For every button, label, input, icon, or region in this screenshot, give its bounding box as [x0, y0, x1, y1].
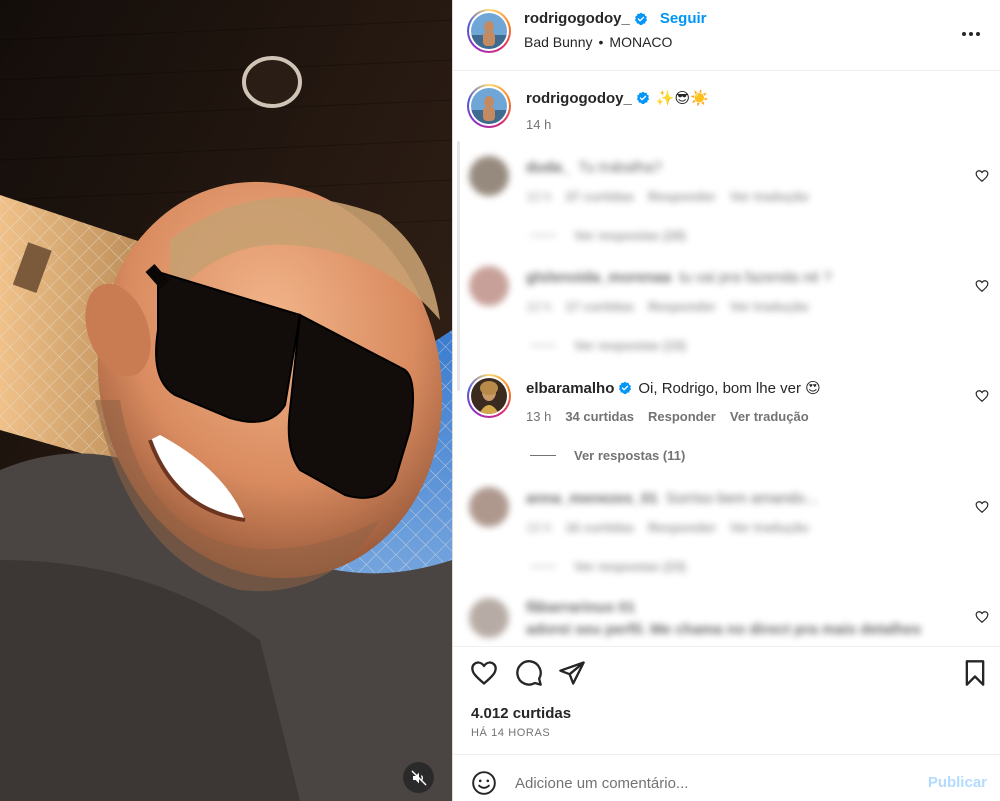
translate-button[interactable]: Ver tradução	[730, 409, 809, 424]
post-header: rodrigogodoy_ Seguir Bad Bunny • MONACO	[453, 0, 1000, 71]
commenter-avatar[interactable]	[467, 374, 511, 418]
comment-heart-icon[interactable]	[975, 389, 989, 403]
comment-text: Sorriso bem amando...	[665, 490, 818, 507]
commenter-avatar[interactable]	[469, 266, 509, 306]
comment-heart-icon[interactable]	[975, 169, 989, 183]
translate-button[interactable]: Ver tradução	[730, 189, 809, 204]
reply-button[interactable]: Responder	[648, 189, 716, 204]
post-timestamp: HÁ 14 HORAS	[471, 727, 551, 739]
verified-badge-icon	[636, 91, 649, 105]
commenter-username[interactable]: glslenoida_morenaa	[526, 269, 671, 286]
caption-text: ✨😎☀️	[655, 90, 709, 107]
comment-item: fãbarrarinuo 01 adorei seu perfil. Me ch…	[453, 593, 1000, 646]
selfie-photo	[0, 0, 452, 801]
comment-text: Tu trabalha?	[578, 159, 662, 176]
paper-plane-icon[interactable]	[558, 659, 586, 687]
verified-badge-icon	[634, 12, 647, 25]
comment-item: anna_menezes_01 Sorriso bem amando... 10 …	[453, 482, 1000, 592]
comment-likes[interactable]: 34 curtidas	[565, 409, 634, 424]
comment-time: 10 h	[526, 299, 552, 314]
muted-speaker-icon	[411, 770, 426, 785]
post-side-panel: rodrigogodoy_ Seguir Bad Bunny • MONACO ro…	[452, 0, 1000, 801]
bookmark-icon[interactable]	[961, 659, 989, 687]
emoji-smiley-icon[interactable]	[471, 770, 497, 796]
translate-button[interactable]: Ver tradução	[730, 520, 809, 535]
author-username[interactable]: rodrigogodoy_	[524, 10, 630, 27]
comments-list[interactable]: rodrigogodoy_ ✨😎☀️ 14 h duda_ Tu trabalha…	[453, 71, 1000, 646]
comment-item: duda_ Tu trabalha? 10 h 37 curtidas Respond…	[453, 151, 1000, 261]
commenter-username[interactable]: anna_menezes_01	[526, 490, 658, 507]
caption-username[interactable]: rodrigogodoy_	[526, 90, 632, 107]
comment-bubble-icon[interactable]	[515, 659, 543, 687]
comment-text: adorei seu perfil. Me chama no direct pr…	[526, 621, 922, 638]
commenter-username[interactable]: duda_	[526, 159, 570, 176]
comment-likes[interactable]: 16 curtidas	[565, 520, 634, 535]
comment-time: 10 h	[526, 520, 552, 535]
reply-button[interactable]: Responder	[648, 409, 716, 424]
comment-text: tu vai pra fazenda né ?	[679, 269, 832, 286]
commenter-username[interactable]: elbaramalho	[526, 380, 614, 397]
comment-text: Oi, Rodrigo, bom lhe ver 😍	[638, 380, 821, 397]
mute-button[interactable]	[403, 762, 434, 793]
follow-button[interactable]: Seguir	[660, 10, 707, 27]
publish-button[interactable]: Publicar	[928, 774, 987, 791]
audio-link[interactable]: Bad Bunny	[524, 34, 593, 50]
more-options-icon[interactable]	[959, 22, 983, 46]
comment-heart-icon[interactable]	[975, 500, 989, 514]
commenter-username[interactable]: fãbarrarinuo 01	[526, 599, 635, 616]
view-replies-button[interactable]: Ver respostas (28)	[530, 228, 686, 243]
commenter-avatar[interactable]	[469, 598, 509, 638]
view-replies-button[interactable]: Ver respostas (23)	[530, 559, 686, 574]
caption-time: 14 h	[526, 117, 552, 132]
comment-heart-icon[interactable]	[975, 610, 989, 624]
comment-likes[interactable]: 17 curtidas	[565, 299, 634, 314]
location-link[interactable]: MONACO	[609, 34, 672, 50]
reply-button[interactable]: Responder	[648, 299, 716, 314]
comment-input[interactable]	[515, 765, 915, 801]
author-avatar[interactable]	[467, 9, 511, 53]
commenter-avatar[interactable]	[469, 156, 509, 196]
comment-item: elbaramalho Oi, Rodrigo, bom lhe ver 😍 13…	[453, 371, 1000, 481]
comment-heart-icon[interactable]	[975, 279, 989, 293]
translate-button[interactable]: Ver tradução	[730, 299, 809, 314]
verified-badge-icon	[619, 381, 632, 395]
add-comment-bar: Publicar	[453, 754, 1000, 801]
view-replies-button[interactable]: Ver respostas (15)	[530, 338, 686, 353]
post-actions: 4.012 curtidas HÁ 14 HORAS	[453, 646, 1000, 754]
separator-dot: •	[598, 34, 604, 50]
comment-likes[interactable]: 37 curtidas	[565, 189, 634, 204]
post-media-video[interactable]	[0, 0, 452, 801]
heart-icon[interactable]	[470, 659, 498, 687]
caption-avatar[interactable]	[467, 84, 511, 128]
commenter-avatar[interactable]	[469, 487, 509, 527]
view-replies-button[interactable]: Ver respostas (11)	[530, 448, 685, 463]
comment-item: glslenoida_morenaa tu vai pra fazenda né …	[453, 261, 1000, 371]
comment-time: 10 h	[526, 189, 552, 204]
likes-count[interactable]: 4.012 curtidas	[471, 705, 571, 722]
comment-time: 13 h	[526, 409, 552, 424]
reply-button[interactable]: Responder	[648, 520, 716, 535]
